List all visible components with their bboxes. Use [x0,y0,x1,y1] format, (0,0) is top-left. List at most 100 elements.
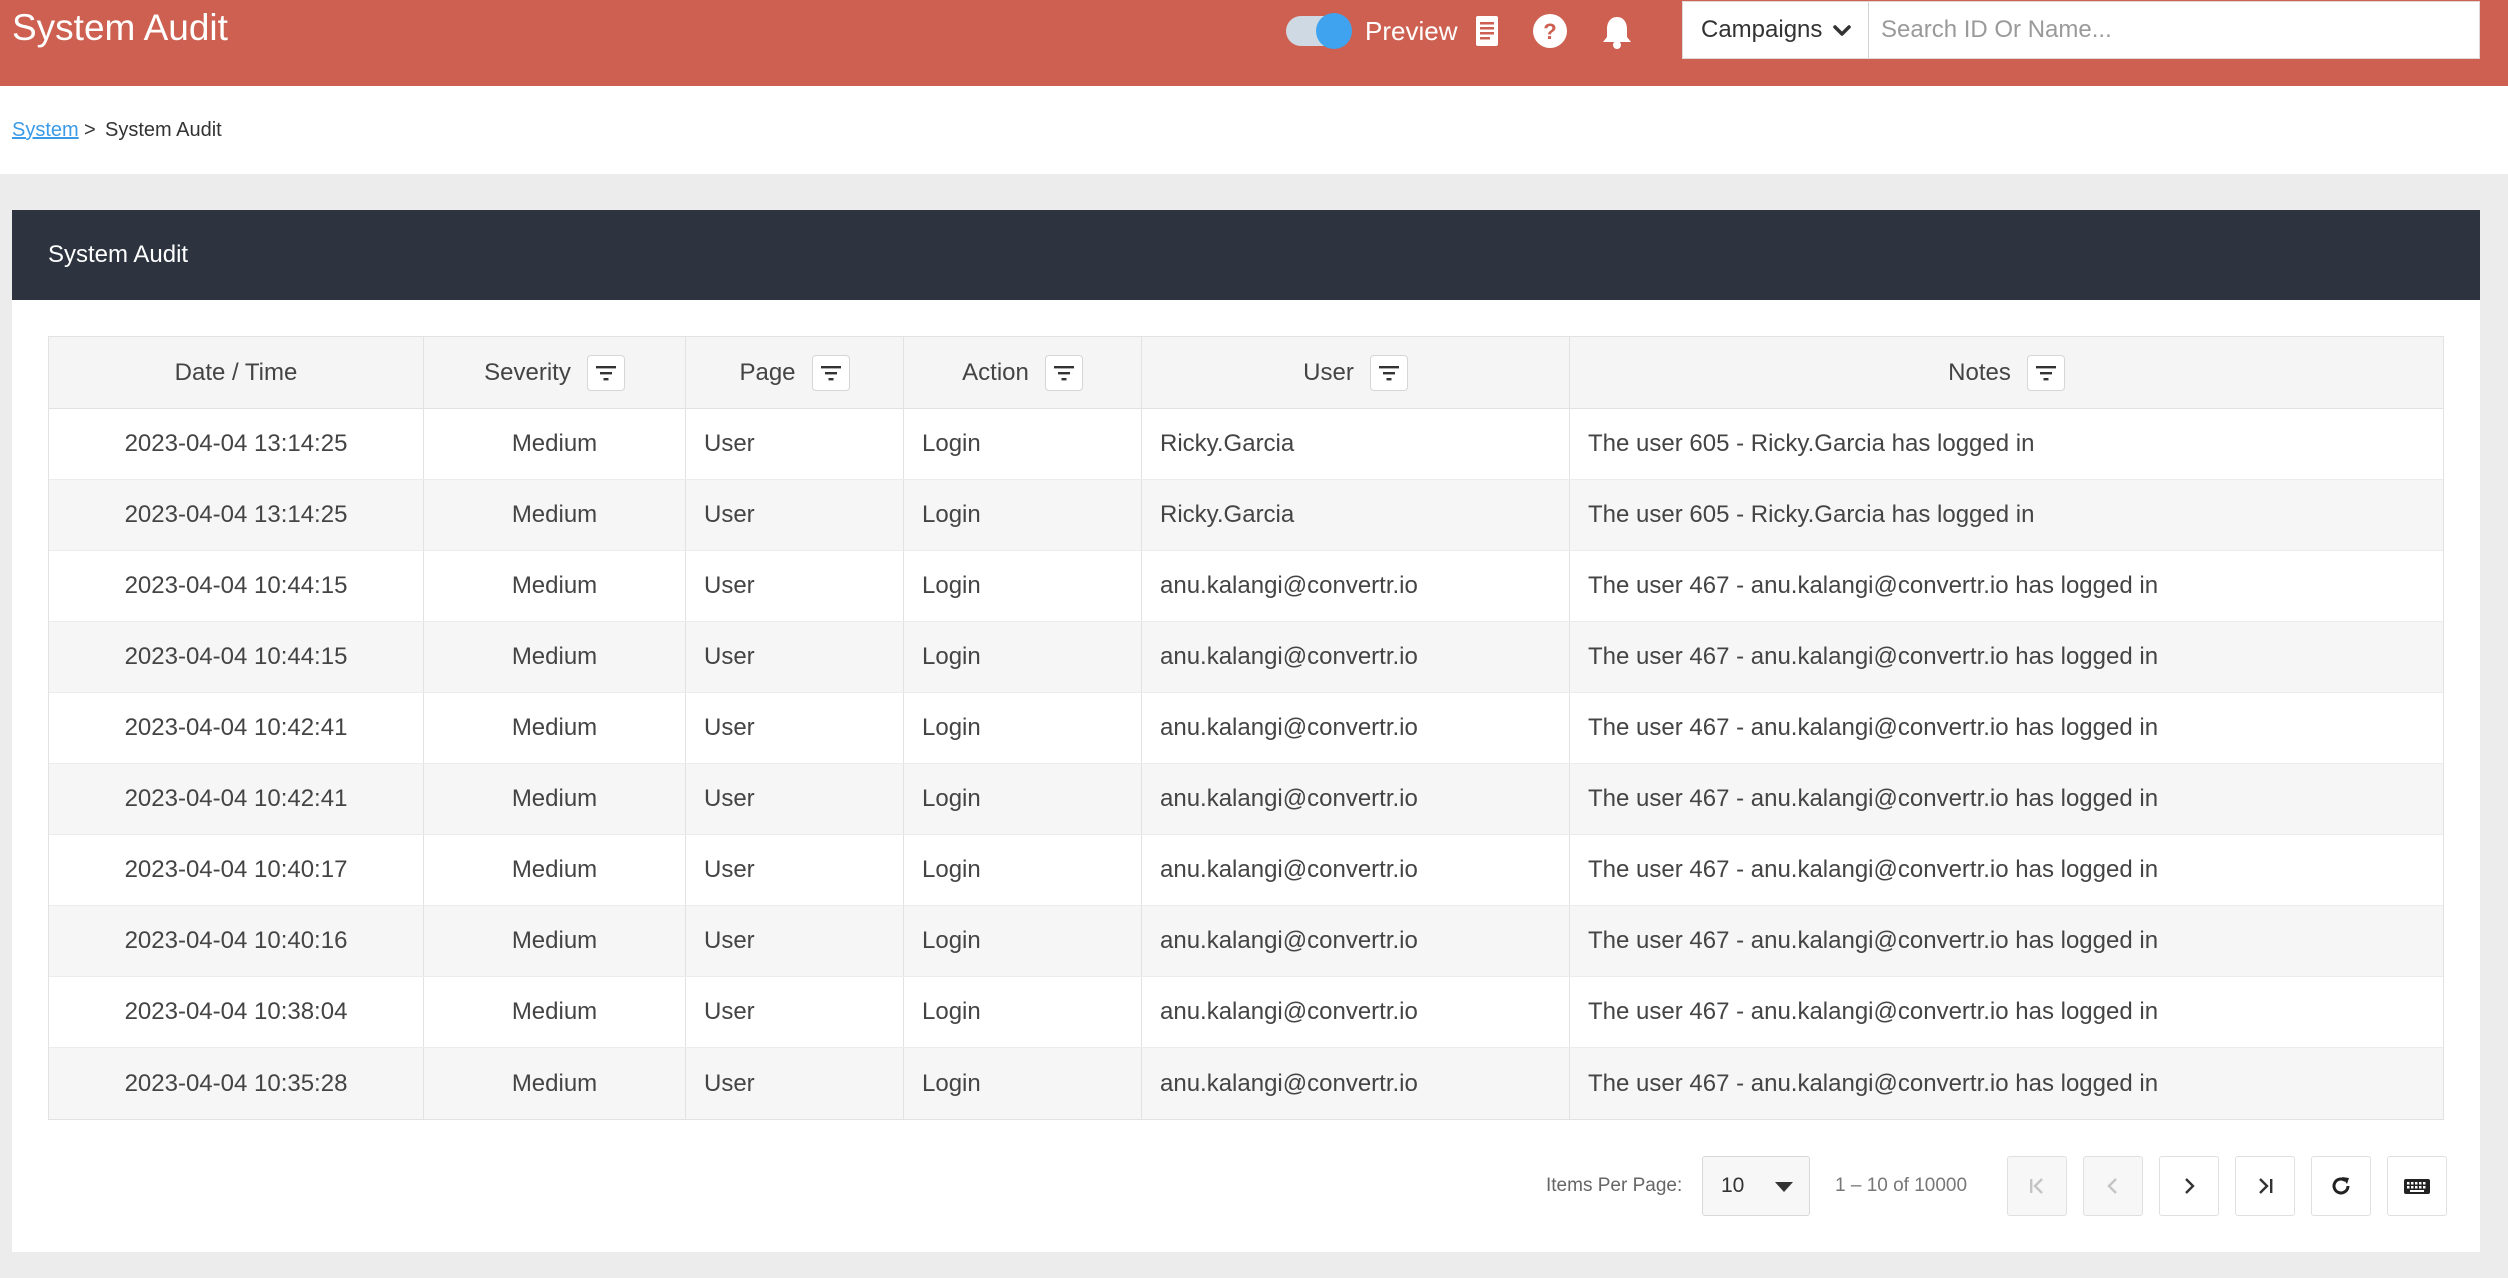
cell-date-time: 2023-04-04 13:14:25 [49,480,424,550]
first-page-icon [2030,1178,2043,1194]
column-header-label: Page [739,358,796,386]
table-row[interactable]: 2023-04-04 13:14:25 Medium User Login Ri… [49,409,2443,480]
cell-notes: The user 467 - anu.kalangi@convertr.io h… [1588,714,2159,741]
table-row[interactable]: 2023-04-04 10:40:16 Medium User Login an… [49,906,2443,977]
cell-user: anu.kalangi@convertr.io [1142,1048,1570,1119]
refresh-button[interactable] [2311,1156,2371,1216]
column-header-user: User [1142,337,1570,408]
table-row[interactable]: 2023-04-04 13:14:25 Medium User Login Ri… [49,480,2443,551]
last-page-icon [2259,1178,2273,1194]
action-filter-button[interactable] [1044,354,1083,391]
cell-page: User [686,693,904,763]
column-header-label: Date / Time [174,358,298,386]
column-header-severity: Severity [424,337,686,408]
bell-icon[interactable] [1597,12,1637,52]
preview-toggle[interactable] [1286,13,1352,49]
cell-date-time: 2023-04-04 10:44:15 [49,622,424,692]
next-page-button[interactable] [2159,1156,2219,1216]
filter-icon [595,365,616,380]
search-bar: Campaigns [1682,1,2480,59]
table-row[interactable]: 2023-04-04 10:42:41 Medium User Login an… [49,764,2443,835]
table-row[interactable]: 2023-04-04 10:42:41 Medium User Login an… [49,693,2443,764]
cell-notes: The user 467 - anu.kalangi@convertr.io h… [1588,643,2159,670]
cell-page: User [686,1048,904,1119]
cell-page: User [686,977,904,1047]
table-row[interactable]: 2023-04-04 10:44:15 Medium User Login an… [49,551,2443,622]
cell-user: anu.kalangi@convertr.io [1142,906,1570,976]
notes-filter-button[interactable] [2026,354,2065,391]
column-header-label: User [1303,358,1354,386]
table-row[interactable]: 2023-04-04 10:35:28 Medium User Login an… [49,1048,2443,1119]
caret-down-icon [1775,1182,1793,1192]
svg-text:?: ? [1543,19,1556,44]
campaigns-dropdown[interactable]: Campaigns [1683,2,1869,58]
refresh-icon [2332,1177,2350,1195]
keyboard-icon [2404,1179,2430,1194]
cell-user: anu.kalangi@convertr.io [1142,551,1570,621]
cell-severity: Medium [424,551,686,621]
column-header-page: Page [686,337,904,408]
last-page-button[interactable] [2235,1156,2295,1216]
cell-action: Login [904,693,1142,763]
cell-date-time: 2023-04-04 10:44:15 [49,551,424,621]
cell-user: anu.kalangi@convertr.io [1142,977,1570,1047]
chevron-down-icon [1833,25,1851,36]
cell-notes: The user 467 - anu.kalangi@convertr.io h… [1588,785,2159,812]
cell-date-time: 2023-04-04 10:40:16 [49,906,424,976]
user-filter-button[interactable] [1369,354,1408,391]
cell-severity: Medium [424,906,686,976]
cell-severity: Medium [424,1048,686,1119]
items-per-page-select[interactable]: 10 [1702,1156,1810,1216]
breadcrumb-link-system[interactable]: System [12,118,79,142]
column-header-notes: Notes [1570,337,2443,408]
page-filter-button[interactable] [811,354,850,391]
column-header-label: Severity [484,358,571,386]
items-per-page-value: 10 [1721,1174,1745,1197]
cell-page: User [686,409,904,479]
cell-page: User [686,551,904,621]
cell-action: Login [904,480,1142,550]
cell-action: Login [904,977,1142,1047]
cell-user: Ricky.Garcia [1142,480,1570,550]
severity-filter-button[interactable] [586,354,625,391]
cell-notes: The user 467 - anu.kalangi@convertr.io h… [1588,927,2159,954]
filter-icon [1053,365,1074,380]
cell-severity: Medium [424,764,686,834]
cell-date-time: 2023-04-04 10:35:28 [49,1048,424,1119]
breadcrumb-current: System Audit [105,119,222,141]
cell-date-time: 2023-04-04 10:42:41 [49,693,424,763]
table-header-row: Date / Time Severity Page Action User No… [49,337,2443,409]
cell-user: anu.kalangi@convertr.io [1142,622,1570,692]
cell-severity: Medium [424,977,686,1047]
pagination-range: 1 – 10 of 10000 [1835,1175,1968,1196]
filter-icon [820,365,841,380]
cell-date-time: 2023-04-04 10:40:17 [49,835,424,905]
filter-icon [1378,365,1399,380]
keyboard-button[interactable] [2387,1156,2447,1216]
cell-date-time: 2023-04-04 10:38:04 [49,977,424,1047]
next-page-icon [2185,1178,2195,1194]
app-title: System Audit [12,7,228,48]
table-row[interactable]: 2023-04-04 10:38:04 Medium User Login an… [49,977,2443,1048]
preview-toggle-knob[interactable] [1316,13,1352,49]
table-row[interactable]: 2023-04-04 10:44:15 Medium User Login an… [49,622,2443,693]
top-header: System Audit Preview ? Campaigns [0,0,2508,86]
breadcrumb-separator: > [84,119,96,141]
help-icon[interactable]: ? [1530,12,1570,52]
previous-page-button[interactable] [2083,1156,2143,1216]
table-row[interactable]: 2023-04-04 10:40:17 Medium User Login an… [49,835,2443,906]
cell-page: User [686,906,904,976]
cell-date-time: 2023-04-04 10:42:41 [49,764,424,834]
cell-severity: Medium [424,622,686,692]
document-icon[interactable] [1467,12,1507,52]
cell-user: anu.kalangi@convertr.io [1142,764,1570,834]
previous-page-icon [2107,1178,2117,1194]
cell-notes: The user 605 - Ricky.Garcia has logged i… [1588,501,2035,528]
cell-action: Login [904,1048,1142,1119]
preview-label: Preview [1365,16,1458,46]
campaigns-label: Campaigns [1701,16,1823,43]
search-input[interactable] [1879,8,2469,52]
first-page-button[interactable] [2007,1156,2067,1216]
cell-notes: The user 467 - anu.kalangi@convertr.io h… [1588,998,2159,1025]
cell-action: Login [904,906,1142,976]
